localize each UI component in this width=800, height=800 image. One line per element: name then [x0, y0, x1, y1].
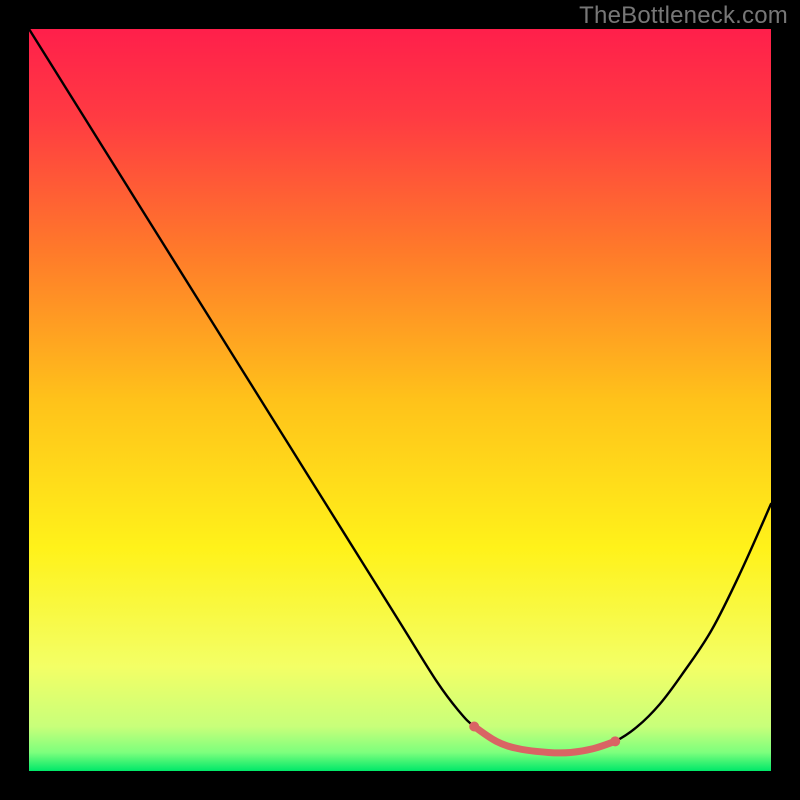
- chart-background: [29, 29, 771, 771]
- bottleneck-chart: [29, 29, 771, 771]
- optimal-zone-end-dot: [610, 736, 620, 746]
- chart-frame: [29, 29, 771, 771]
- optimal-zone-start-dot: [469, 721, 479, 731]
- watermark-text: TheBottleneck.com: [579, 2, 788, 30]
